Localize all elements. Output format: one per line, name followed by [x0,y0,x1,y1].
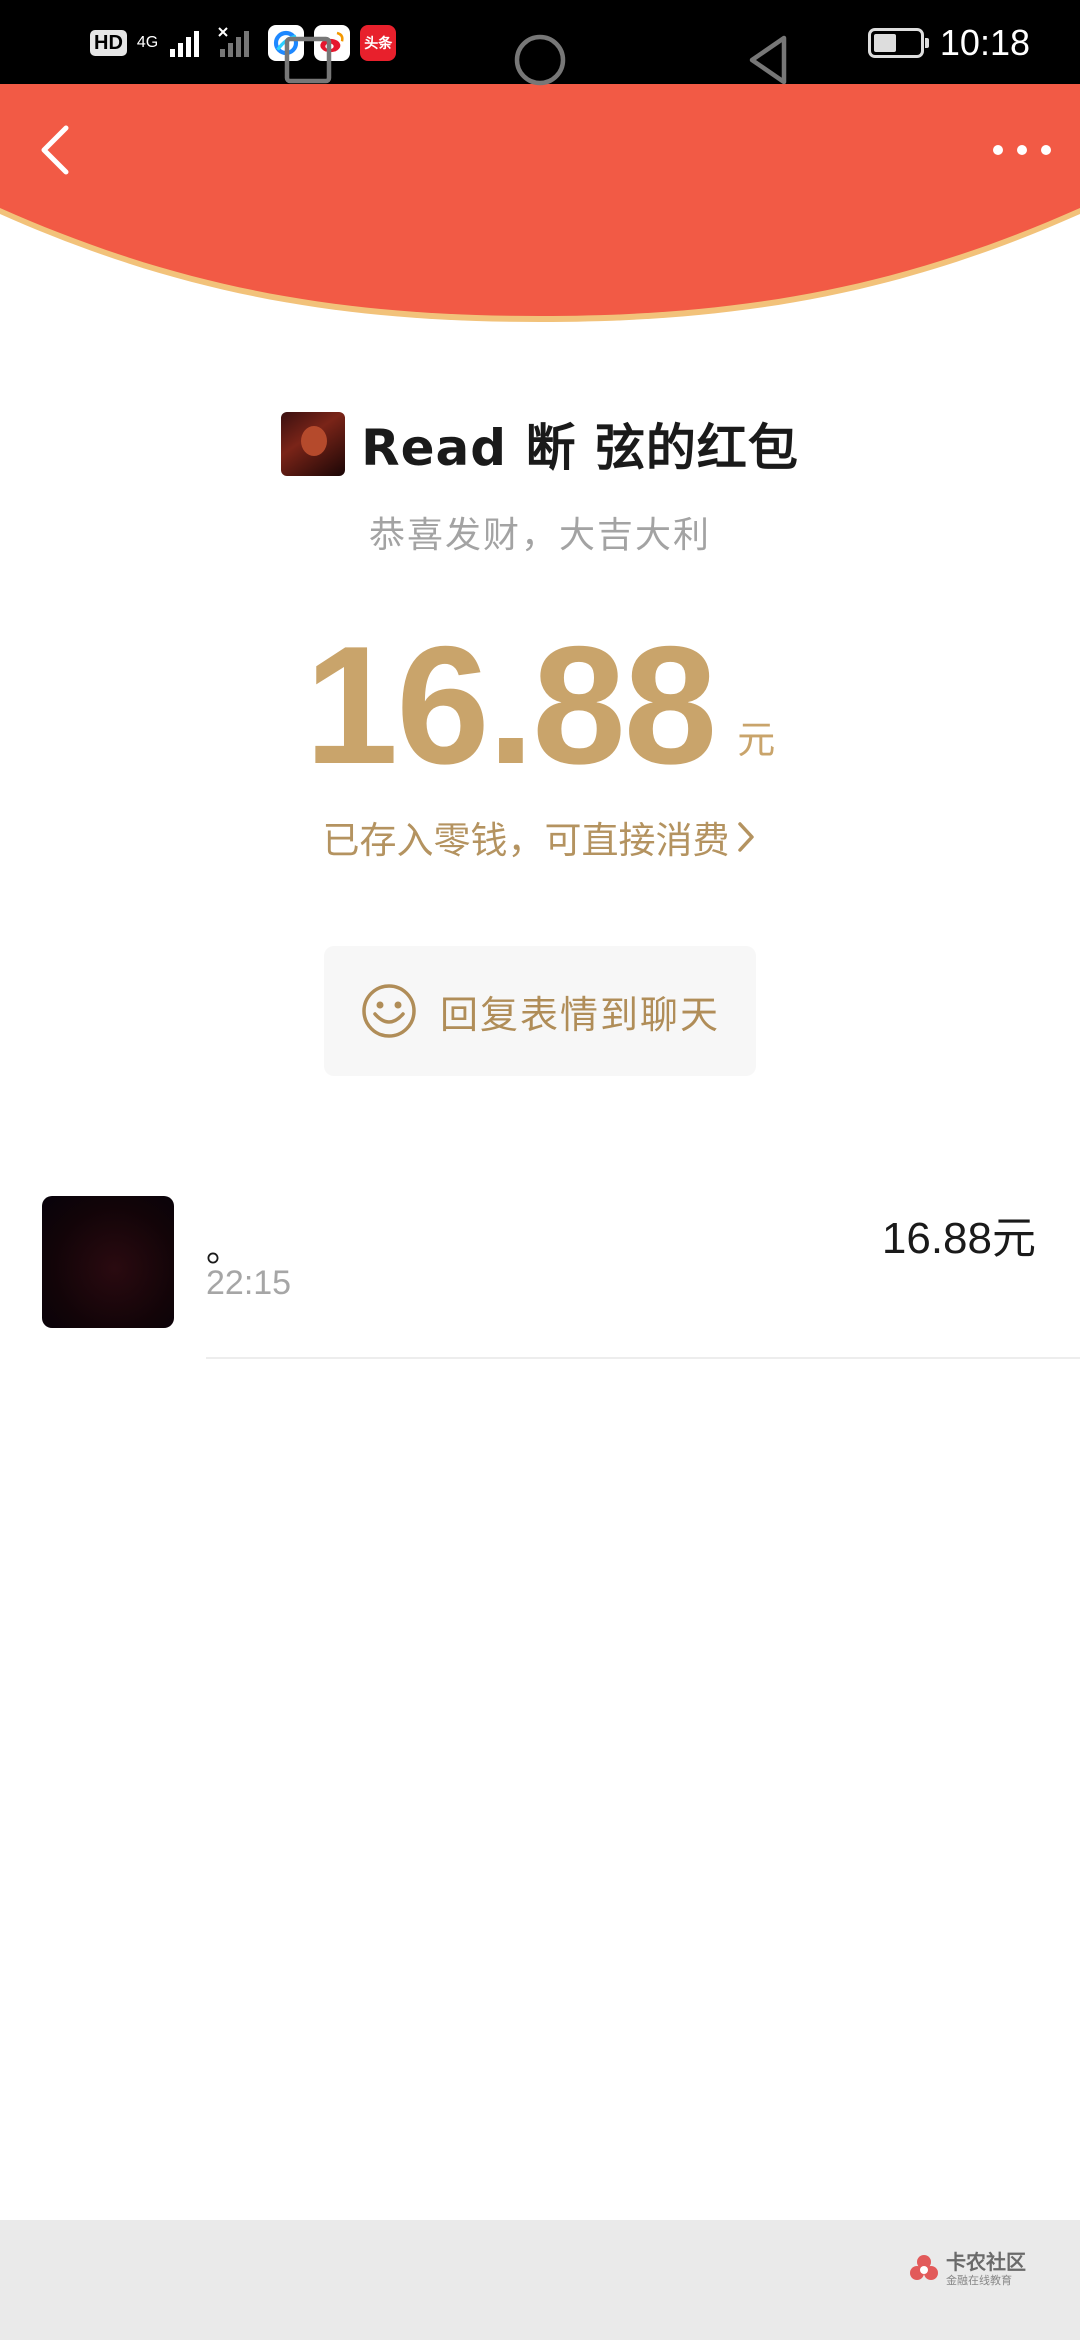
signal-icon [170,31,200,57]
watermark-name: 卡农社区 [946,2250,1026,2274]
receiver-list-item[interactable]: 。 22:15 16.88元 [0,1192,1080,1358]
deposit-note: 已存入零钱，可直接消费 [322,819,730,862]
amount-currency: 元 [737,718,776,762]
reply-sticker-label: 回复表情到聊天 [439,992,720,1037]
sender-title: Read 断 弦的红包 [361,419,799,477]
greeting-text: 恭喜发财，大吉大利 [368,515,711,556]
red-packet-header [0,84,1080,322]
battery-level [873,34,897,52]
status-right: 10:18 [867,20,1030,66]
sender-row: Read 断 弦的红包 [0,408,1080,480]
recent-apps-icon[interactable] [276,28,340,92]
watermark-text: 卡农社区 金融在线教育 [946,2252,1026,2286]
more-options-icon[interactable] [984,118,1060,182]
battery-icon [867,28,929,58]
amount-value: 16.88 [304,611,717,799]
received-amount: 16.88元 [881,1214,1036,1263]
receive-time: 22:15 [206,1264,292,1302]
hd-badge: HD [90,30,127,56]
network-type: 4G [136,34,159,51]
smiley-icon [362,984,416,1038]
back-triangle-icon[interactable] [738,28,802,92]
toutiao-icon: 头条 [360,25,397,61]
signal-off-icon [218,27,250,57]
chevron-right-icon [737,822,754,852]
list-divider [206,1357,1080,1359]
screen: HD 4G 头条 10:18 Read 断 弦的红包 恭喜发财，大吉大利 16.… [0,0,1080,2340]
status-time: 10:18 [939,22,1030,63]
back-arrow-icon[interactable] [24,108,84,192]
kanong-logo-icon [910,2255,938,2280]
watermark: 卡农社区 金融在线教育 [908,2252,1026,2286]
amount-row: 16.88 元 [0,620,1080,790]
sender-avatar[interactable] [281,412,346,476]
deposit-link[interactable]: 已存入零钱，可直接消费 [0,810,1080,864]
receiver-avatar[interactable] [42,1196,174,1328]
toutiao-label: 头条 [364,36,393,52]
watermark-tagline: 金融在线教育 [946,2274,1012,2287]
home-icon[interactable] [508,28,572,92]
status-left: HD 4G 头条 [90,20,397,66]
reply-sticker-button[interactable]: 回复表情到聊天 [324,946,756,1076]
